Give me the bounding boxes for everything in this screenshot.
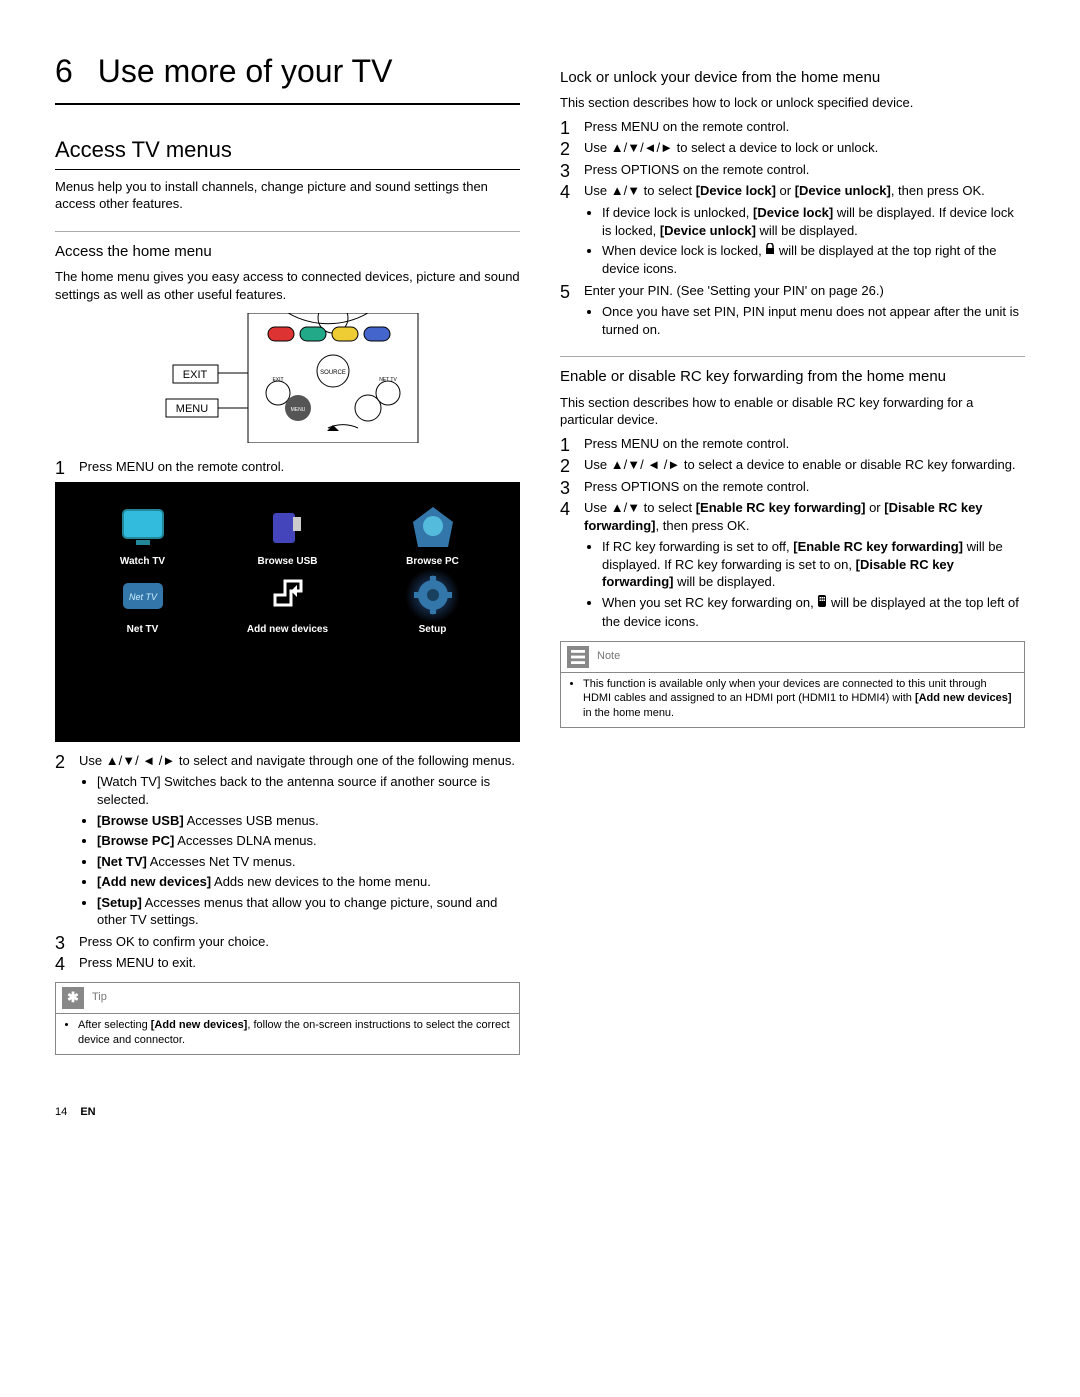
note-text: This function is available only when you… (583, 677, 1016, 722)
step-item: 2 Use ▲/▼/ ◄ /► to select and navigate t… (55, 752, 520, 929)
bullet: Once you have set PIN, PIN input menu do… (602, 303, 1025, 338)
note-callout: Note This function is available only whe… (560, 641, 1025, 729)
step-item: 4 Use ▲/▼ to select [Enable RC key forwa… (560, 499, 1025, 630)
tip-label: Tip (92, 990, 107, 1005)
step-text: Use ▲/▼ to select [Enable RC key forward… (584, 500, 983, 533)
bullet: If RC key forwarding is set to off, [Ena… (602, 538, 1025, 591)
step-item: 3Press OPTIONS on the remote control. (560, 478, 1025, 496)
chapter-heading: 6 Use more of your TV (55, 50, 520, 105)
svg-text:SOURCE: SOURCE (320, 370, 346, 376)
svg-text:NET TV: NET TV (379, 377, 397, 383)
bullet: [Browse PC] Accesses DLNA menus. (97, 832, 520, 850)
step-item: 4 Use ▲/▼ to select [Device lock] or [De… (560, 182, 1025, 277)
section-access-tv-menus: Access TV menus (55, 135, 520, 170)
lock-icon (765, 243, 775, 260)
setup-icon (405, 568, 460, 623)
step-item: 2Use ▲/▼/◄/► to select a device to lock … (560, 139, 1025, 157)
step-text: Use ▲/▼ to select [Device lock] or [Devi… (584, 183, 985, 198)
browse-usb-label: Browse USB (257, 555, 317, 569)
lock-desc: This section describes how to lock or un… (560, 94, 1025, 112)
svg-text:EXIT: EXIT (272, 377, 283, 383)
step-item: 1Press MENU on the remote control. (55, 458, 520, 476)
step-item: 1Press MENU on the remote control. (560, 435, 1025, 453)
bullet: [Browse USB] Accesses USB menus. (97, 812, 520, 830)
bullet: [Net TV] Accesses Net TV menus. (97, 853, 520, 871)
intro-text: Menus help you to install channels, chan… (55, 178, 520, 213)
nettv-icon: Net TV (115, 568, 170, 623)
step-text: Enter your PIN. (See 'Setting your PIN' … (584, 283, 884, 298)
bullet: [Watch TV] Switches back to the antenna … (97, 773, 520, 808)
page-number: 14 (55, 1106, 67, 1118)
step-item: 5Enter your PIN. (See 'Setting your PIN'… (560, 282, 1025, 339)
tip-icon: ✱ (62, 987, 84, 1009)
remote-icon (817, 594, 827, 613)
add-new-devices-icon (260, 568, 315, 623)
subsection-rc-forwarding: Enable or disable RC key forwarding from… (560, 356, 1025, 387)
page-footer: 14 EN (55, 1105, 1025, 1120)
step-text: Press MENU on the remote control. (79, 459, 284, 474)
page-lang: EN (80, 1106, 95, 1118)
browse-pc-label: Browse PC (406, 555, 459, 569)
svg-text:EXIT: EXIT (182, 369, 207, 381)
tip-callout: ✱ Tip After selecting [Add new devices],… (55, 982, 520, 1055)
bullet: [Setup] Accesses menus that allow you to… (97, 894, 520, 929)
step-text: Use ▲/▼/ ◄ /► to select a device to enab… (584, 457, 1016, 472)
step-item: 4Press MENU to exit. (55, 954, 520, 972)
home-menu-screenshot: Watch TV Browse USB Browse PC Net TV Net… (55, 482, 520, 742)
rc-desc: This section describes how to enable or … (560, 394, 1025, 429)
step-text: Press OPTIONS on the remote control. (584, 162, 809, 177)
setup-label: Setup (419, 623, 447, 637)
bullet: If device lock is unlocked, [Device lock… (602, 204, 1025, 239)
note-icon (567, 646, 589, 668)
bullet: [Add new devices] Adds new devices to th… (97, 873, 520, 891)
step-item: 2Use ▲/▼/ ◄ /► to select a device to ena… (560, 456, 1025, 474)
step-text: Use ▲/▼/ ◄ /► to select and navigate thr… (79, 753, 515, 768)
subsection-lock-unlock: Lock or unlock your device from the home… (560, 68, 1025, 88)
svg-text:Net TV: Net TV (128, 592, 157, 602)
chapter-title: Use more of your TV (98, 53, 393, 89)
browse-usb-icon (260, 500, 315, 555)
bullet: When device lock is locked, will be disp… (602, 242, 1025, 278)
access-home-desc: The home menu gives you easy access to c… (55, 268, 520, 303)
step-text: Press MENU on the remote control. (584, 436, 789, 451)
add-new-label: Add new devices (247, 623, 328, 637)
remote-control-diagram: SOURCE EXIT MENU NET TV EXIT MENU (138, 313, 438, 443)
browse-pc-icon (405, 500, 460, 555)
svg-text:MENU: MENU (290, 407, 305, 413)
bullet: When you set RC key forwarding on, will … (602, 594, 1025, 631)
step-text: Press OPTIONS on the remote control. (584, 479, 809, 494)
step-item: 3Press OPTIONS on the remote control. (560, 161, 1025, 179)
watch-tv-icon (115, 500, 170, 555)
tip-text: After selecting [Add new devices], follo… (78, 1018, 511, 1048)
step-text: Use ▲/▼/◄/► to select a device to lock o… (584, 140, 878, 155)
watch-tv-label: Watch TV (120, 555, 165, 569)
chapter-number: 6 (55, 53, 73, 89)
note-label: Note (597, 649, 620, 664)
step-text: Press MENU to exit. (79, 955, 196, 970)
svg-text:MENU: MENU (175, 403, 207, 415)
step-text: Press MENU on the remote control. (584, 119, 789, 134)
subsection-access-home: Access the home menu (55, 231, 520, 262)
step-item: 3Press OK to confirm your choice. (55, 933, 520, 951)
step-item: 1Press MENU on the remote control. (560, 118, 1025, 136)
step-text: Press OK to confirm your choice. (79, 934, 269, 949)
nettv-label: Net TV (127, 623, 159, 637)
